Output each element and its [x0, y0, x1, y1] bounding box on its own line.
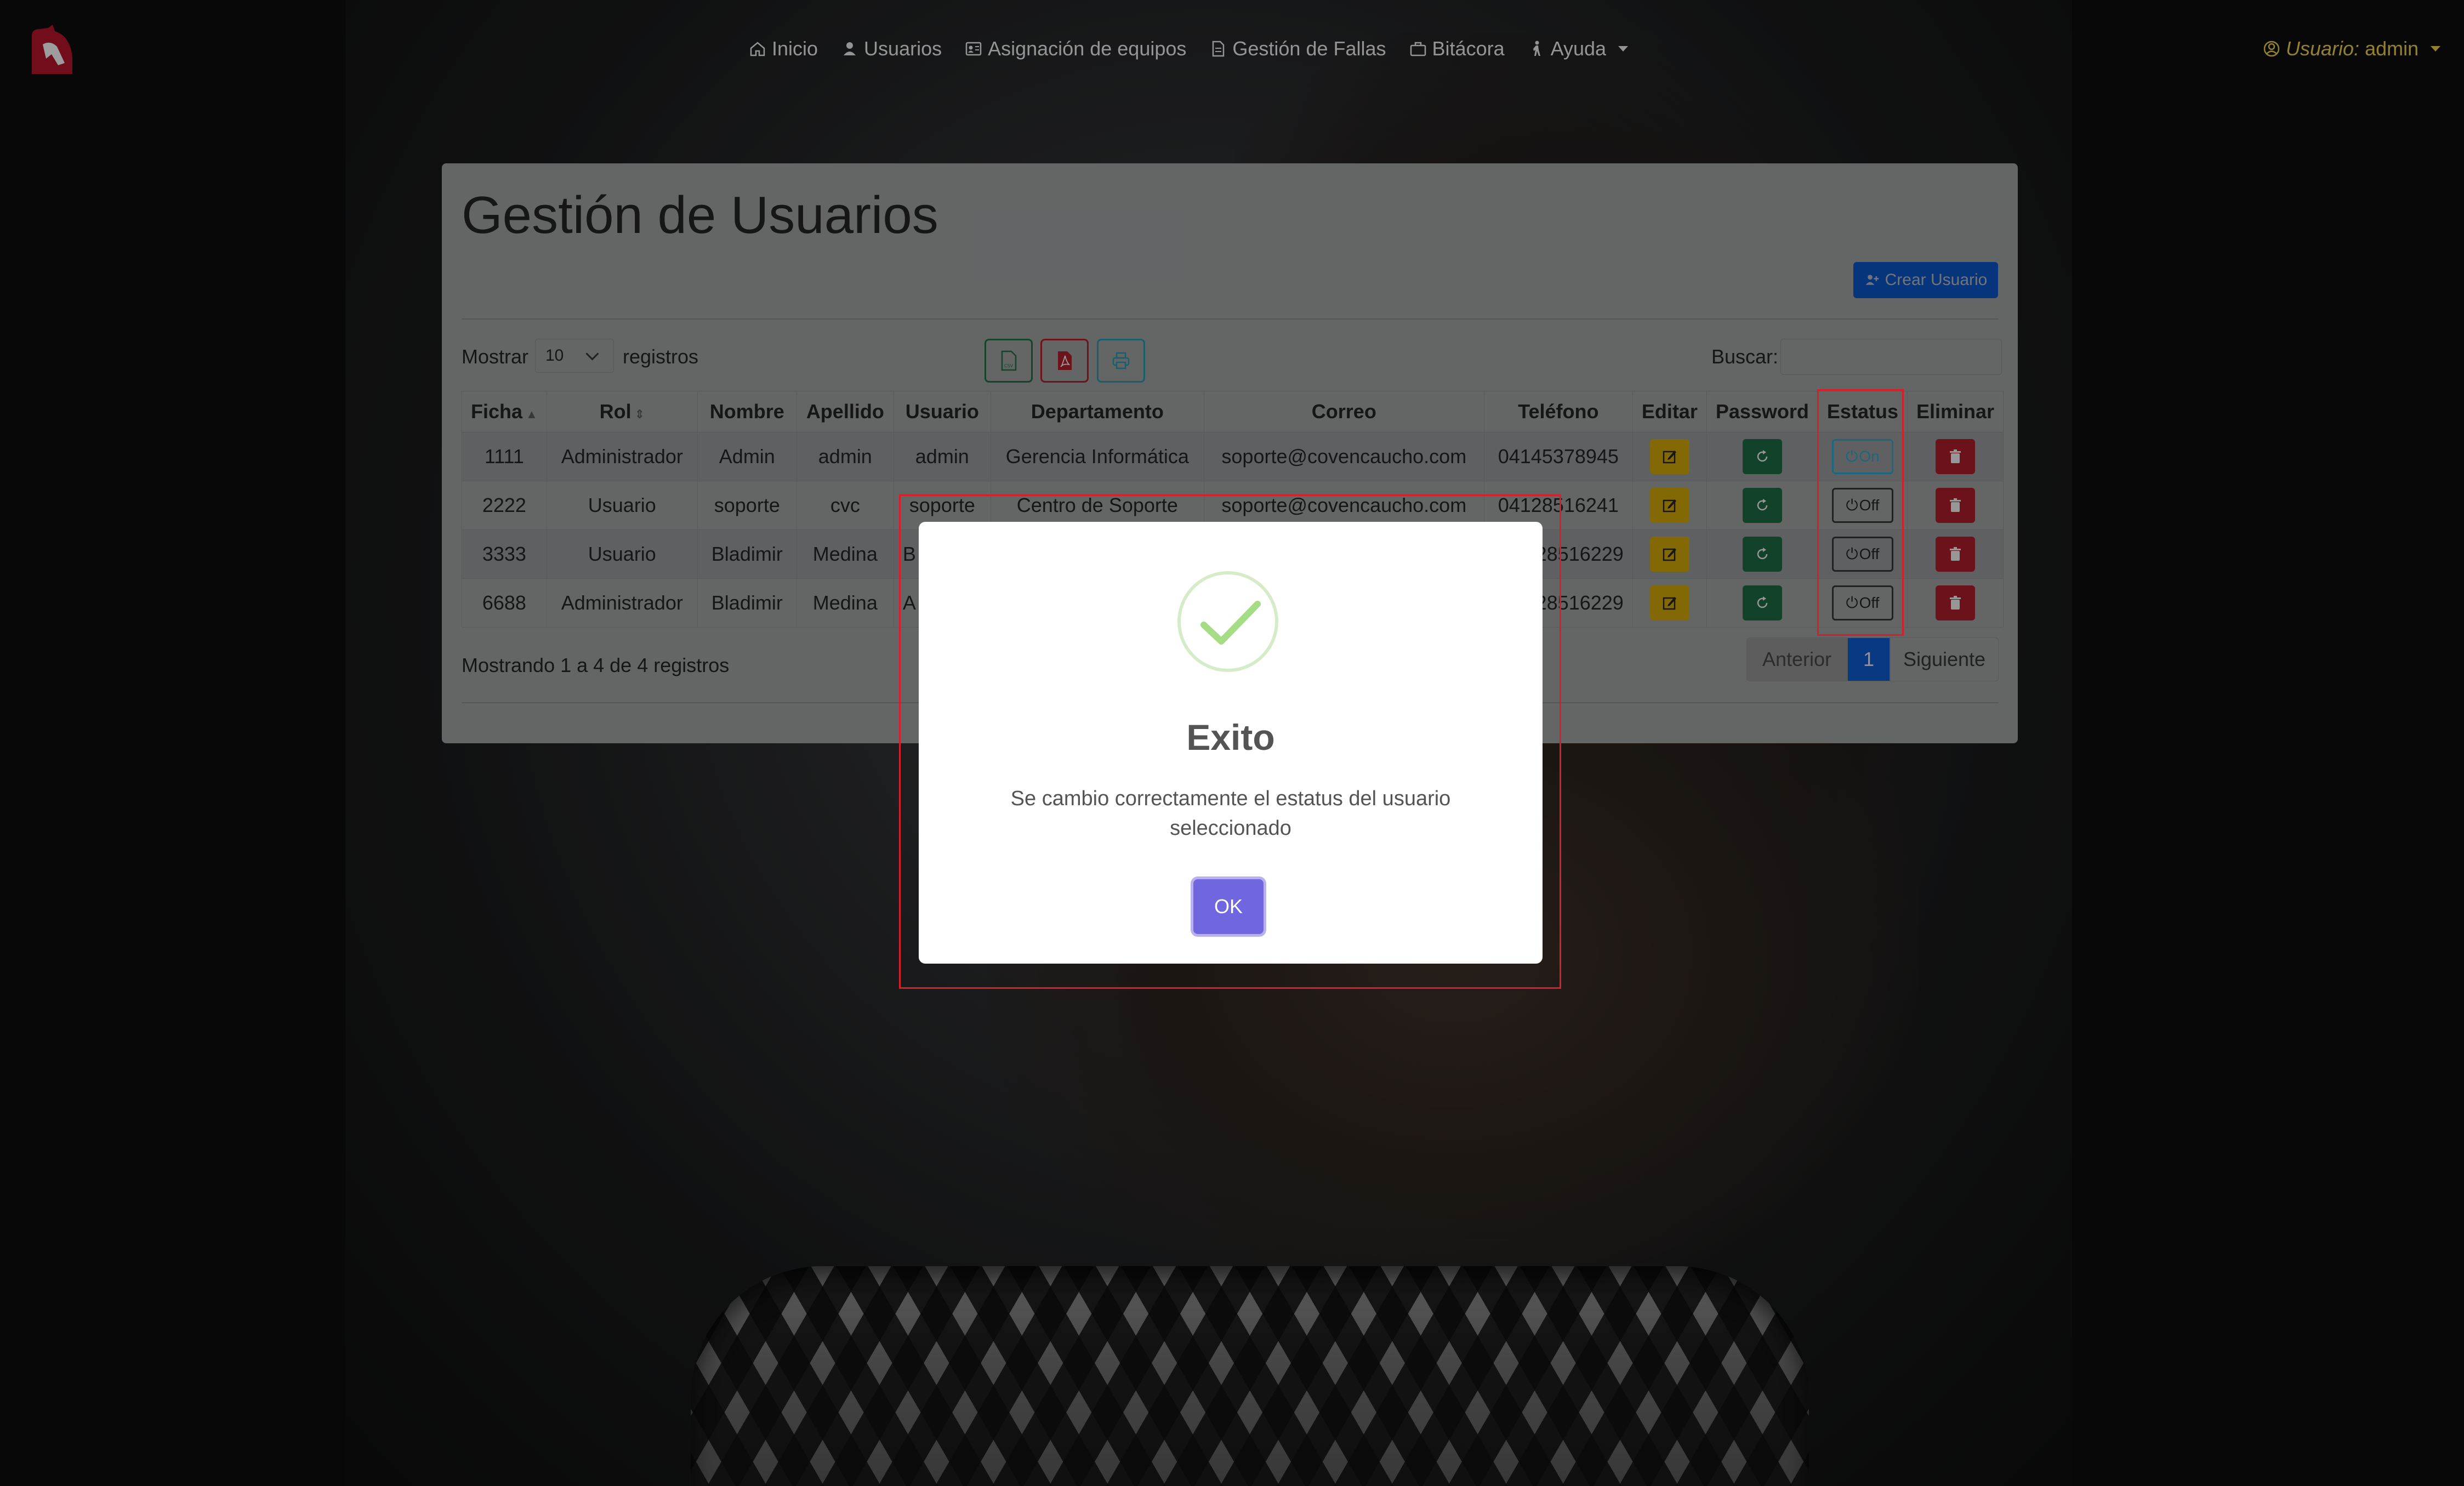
modal-title: Exito	[1186, 717, 1275, 758]
highlight-status-column	[1817, 389, 1904, 636]
modal-message: Se cambio correctamente el estatus del u…	[1010, 787, 1451, 840]
success-modal: Exito Se cambio correctamente el estatus…	[919, 522, 1543, 964]
ok-button[interactable]: OK	[1193, 879, 1264, 934]
success-check-icon	[1177, 571, 1278, 672]
